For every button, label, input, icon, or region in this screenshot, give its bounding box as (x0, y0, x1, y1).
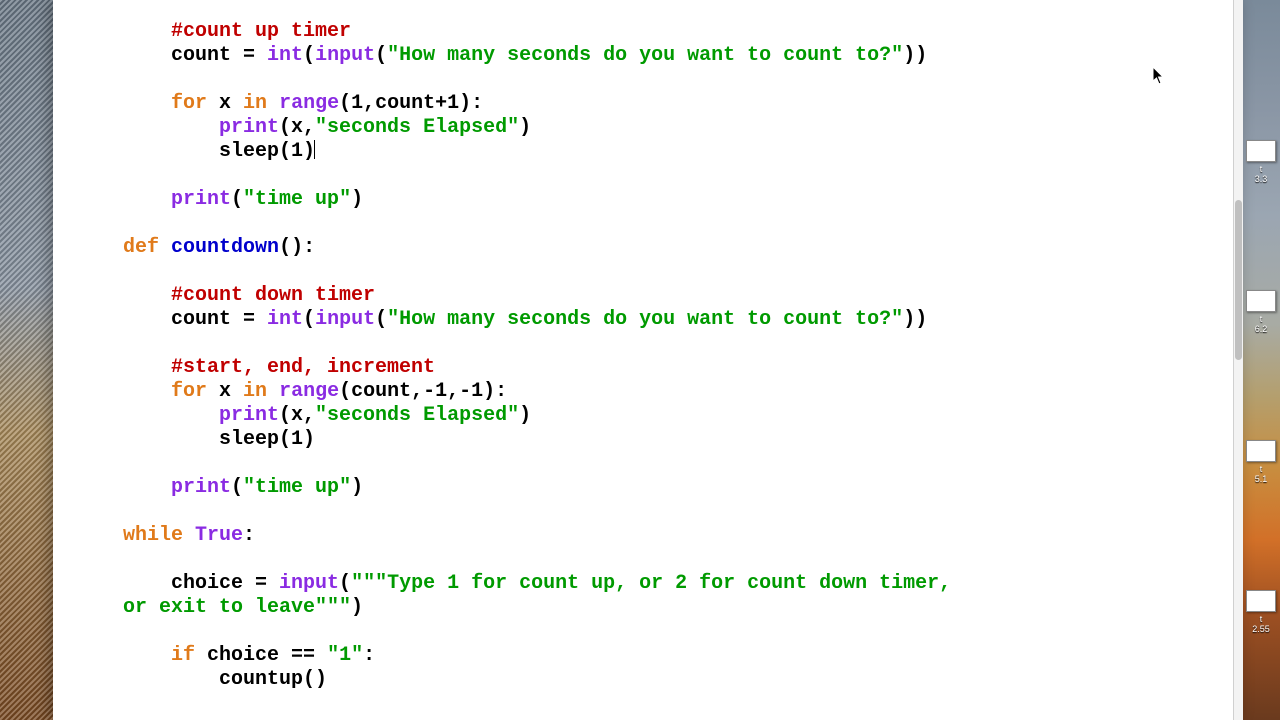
file-label: 5.1 (1244, 474, 1278, 484)
desktop-file-icon[interactable]: t3.3 (1244, 140, 1278, 184)
code-content[interactable]: #count up timer count = int(input("How m… (53, 0, 1234, 716)
file-label: 6.2 (1244, 324, 1278, 334)
desktop-file-icon[interactable]: t6.2 (1244, 290, 1278, 334)
editor-window: #count up timer count = int(input("How m… (53, 0, 1243, 720)
vertical-scrollbar[interactable] (1233, 0, 1243, 720)
file-label: t (1244, 164, 1278, 174)
file-label: 3.3 (1244, 174, 1278, 184)
file-thumbnail-icon (1246, 140, 1276, 162)
file-thumbnail-icon (1246, 590, 1276, 612)
scrollbar-thumb[interactable] (1235, 200, 1242, 360)
file-thumbnail-icon (1246, 440, 1276, 462)
file-label: t (1244, 464, 1278, 474)
desktop-file-icon[interactable]: t5.1 (1244, 440, 1278, 484)
desktop-background: #count up timer count = int(input("How m… (0, 0, 1280, 720)
file-label: t (1244, 614, 1278, 624)
code-editor[interactable]: #count up timer count = int(input("How m… (53, 0, 1234, 720)
desktop-icons-column: t3.3t6.2t5.1t2.55 (1244, 0, 1280, 720)
file-label: t (1244, 314, 1278, 324)
text-caret (314, 140, 315, 159)
desktop-file-icon[interactable]: t2.55 (1244, 590, 1278, 634)
file-thumbnail-icon (1246, 290, 1276, 312)
file-label: 2.55 (1244, 624, 1278, 634)
